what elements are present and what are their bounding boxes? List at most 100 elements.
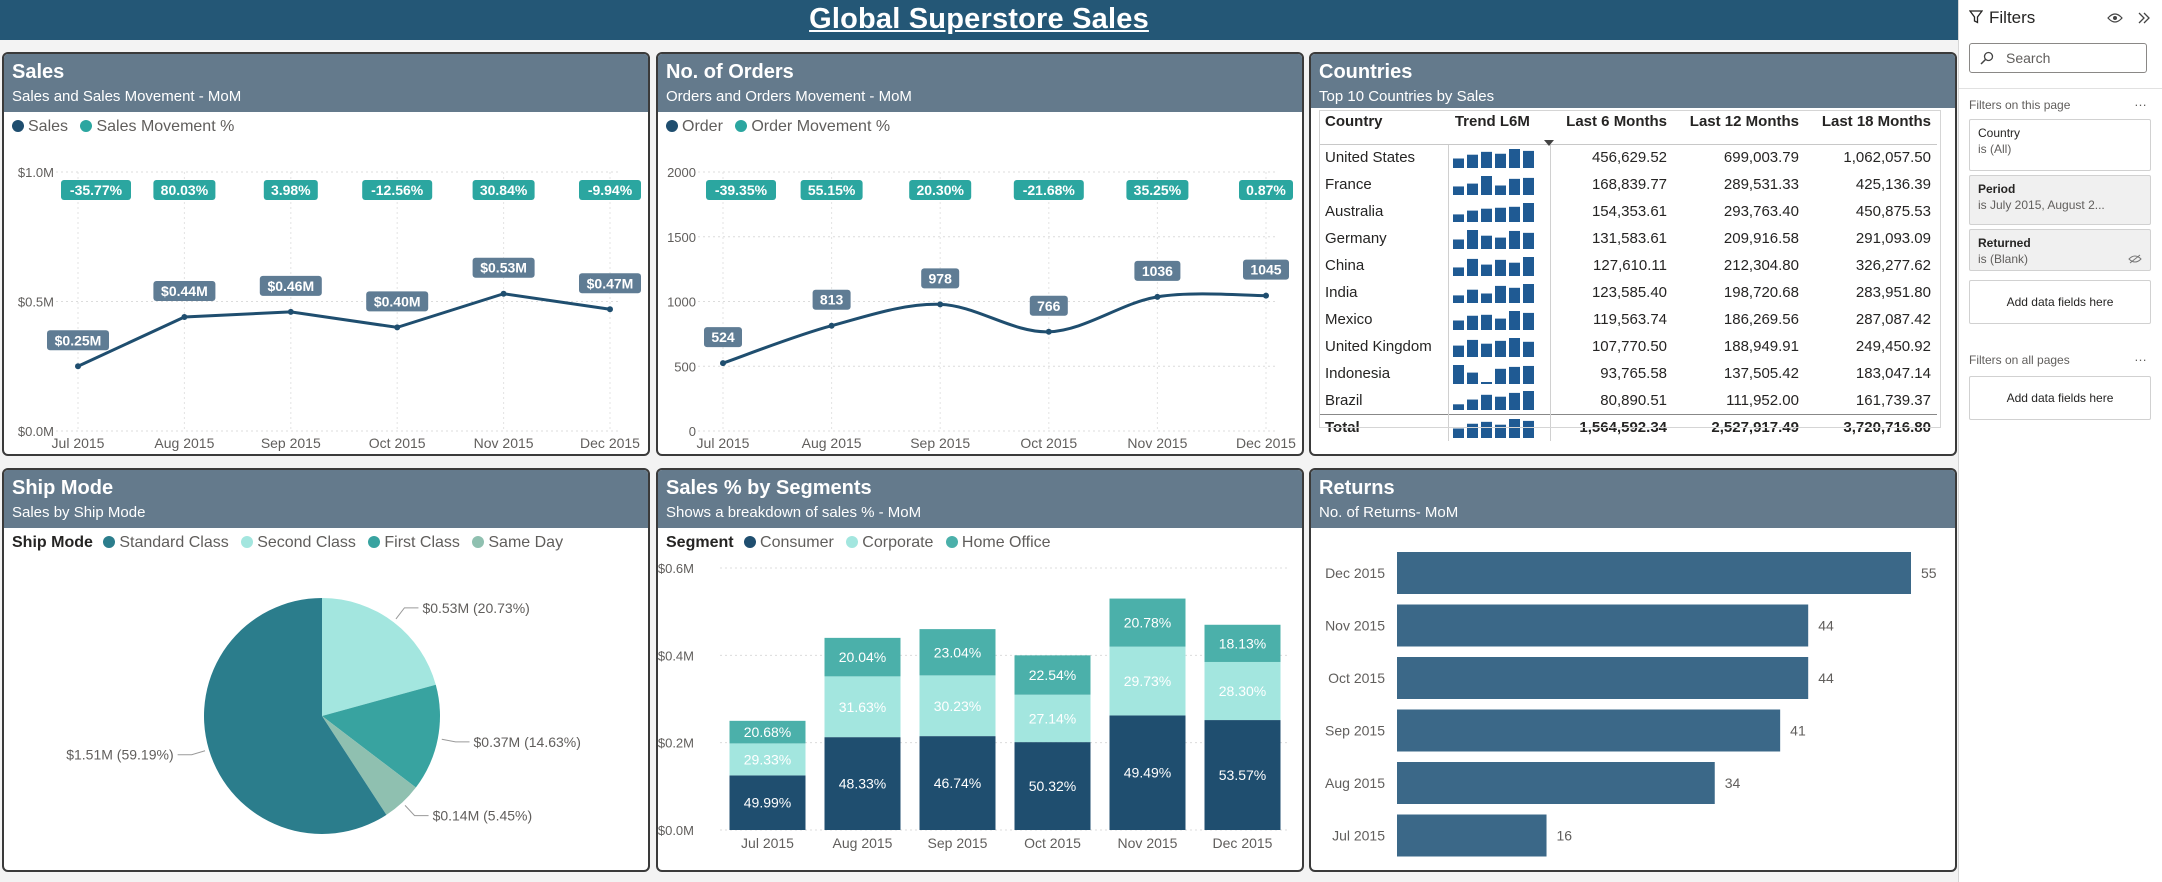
collapse-pane-icon[interactable] [2137,12,2151,24]
y-tick-label: $0.6M [658,561,694,576]
cell-country: United States [1325,149,1416,167]
data-label: 44 [1818,670,1834,686]
table-row[interactable]: United Kingdom 107,770.50 188,949.91 249,45… [1319,333,1937,360]
orders-card[interactable]: No. of Orders Orders and Orders Movement… [656,52,1304,456]
legend-item-sales[interactable]: Sales [12,118,68,135]
trend-bar [1509,418,1521,438]
cell-trend [1448,225,1551,252]
legend-item-consumer[interactable]: Consumer [744,534,834,551]
trend-bar [1467,339,1479,357]
legend-item-standard-class[interactable]: Standard Class [103,534,229,551]
table-row[interactable]: Brazil 80,890.51 111,952.00 161,739.37 [1319,387,1937,414]
sales-line-chart[interactable]: $0.0M $0.5M $1.0M Jul 2015 Aug 2015 Sep 2015 O… [4,134,648,454]
cell-country: Brazil [1325,391,1363,409]
legend-item-order-movement[interactable]: Order Movement % [735,118,890,135]
trend-bar [1467,315,1479,330]
cell-last-6-months: 127,610.11 [1593,257,1668,274]
trend-bar [1523,365,1535,384]
table-row[interactable]: Indonesia 93,765.58 137,505.42 183,047.14 [1319,360,1937,387]
value-label: $0.40M [366,291,429,312]
table-row[interactable]: China 127,610.11 212,304.80 326,277.62 [1319,252,1937,279]
y-tick-label: 500 [674,359,696,374]
legend-item-corporate[interactable]: Corporate [846,534,933,551]
segments-stacked-bar-chart[interactable]: $0.0M $0.2M $0.4M $0.6M Jul 2015 49.99% 29.33%… [658,554,1302,870]
cell-last-18-months: 287,087.42 [1855,311,1931,328]
countries-card[interactable]: Countries Top 10 Countries by Sales Coun… [1309,52,1957,456]
data-label: 44 [1818,618,1834,634]
shipmode-card[interactable]: Ship Mode Sales by Ship Mode Ship Mode S… [2,468,650,872]
trend-bar [1481,293,1493,303]
y-tick-label: 1000 [667,295,696,310]
legend-item-same-day[interactable]: Same Day [472,534,563,551]
table-row[interactable]: Germany 131,583.61 209,916.58 291,093.09 [1319,225,1937,252]
column-header-last-6-months[interactable]: Last 6 Months [1550,110,1674,145]
value-label-text: 1036 [1142,263,1173,279]
leader-line [441,738,470,743]
trend-bar [1481,208,1493,222]
trend-bar [1481,421,1493,438]
data-label: 20.78% [1124,615,1171,631]
column-header-trend[interactable]: Trend L6M [1448,110,1551,145]
filters-pane[interactable]: Filters Search Filters on this page … Co… [1958,0,2162,882]
column-header-last-12-months[interactable]: Last 12 Months [1673,110,1805,145]
column-header-country[interactable]: Country [1319,110,1449,145]
more-options-icon[interactable]: … [2134,349,2148,364]
returns-bar-chart[interactable]: Dec 2015 55 Nov 2015 44 Oct 2015 44 Sep 2015 41… [1311,532,1955,868]
y-tick-label: $0.4M [658,648,694,663]
countries-table[interactable]: Country Trend L6M Last 6 Months Last 12 … [1319,110,1937,441]
leader-line [395,607,419,620]
table-row[interactable]: Australia 154,353.61 293,763.40 450,875.53 [1319,198,1937,225]
trend-bar [1453,428,1465,438]
x-tick-label: Nov 2015 [474,435,534,451]
add-data-fields-page[interactable]: Add data fields here [1969,280,2151,324]
legend-item-first-class[interactable]: First Class [368,534,460,551]
trend-bar [1481,343,1493,357]
trend-bar [1509,287,1521,303]
bar [1397,604,1809,647]
sales-card[interactable]: Sales Sales and Sales Movement - MoM Sal… [2,52,650,456]
orders-line-chart[interactable]: 0 500 1000 1500 2000 Jul 2015 Aug 2015 Sep 2015… [658,134,1302,454]
y-tick-label: Oct 2015 [1328,670,1385,686]
filter-card-returned[interactable]: Returned is (Blank) [1969,229,2151,271]
legend-item-second-class[interactable]: Second Class [241,534,356,551]
y-tick-label: $0.0M [18,424,54,439]
table-row[interactable]: United States 456,629.52 699,003.79 1,062,0… [1319,144,1937,171]
value-label-text: $0.46M [267,278,314,294]
more-options-icon[interactable]: … [2134,94,2148,109]
legend-item-sales-movement[interactable]: Sales Movement % [80,118,234,135]
x-tick-label: Dec 2015 [580,435,640,451]
filters-search-input[interactable]: Search [1969,43,2147,73]
x-tick-label: Jul 2015 [52,435,105,451]
eye-icon[interactable] [2107,12,2123,24]
filters-on-page-label: Filters on this page [1969,98,2071,112]
y-tick-label: Dec 2015 [1325,565,1385,581]
column-header-last-18-months[interactable]: Last 18 Months [1804,110,1937,145]
table-row[interactable]: France 168,839.77 289,531.33 425,136.39 [1319,171,1937,198]
returns-card[interactable]: Returns No. of Returns- MoM Dec 2015 55 No… [1309,468,1957,872]
legend-item-home-office[interactable]: Home Office [945,534,1051,551]
hidden-eye-icon[interactable] [2128,254,2142,264]
y-tick-label: $0.5M [18,295,54,310]
table-row[interactable]: Mexico 119,563.74 186,269.56 287,087.42 [1319,306,1937,333]
shipmode-pie-chart[interactable]: $0.53M (20.73%) $0.37M (14.63%) $0.14M (5.… [4,554,648,870]
trend-bar [1453,266,1465,276]
series-line [722,292,1267,365]
add-data-fields-all[interactable]: Add data fields here [1969,376,2151,420]
table-total-row[interactable]: Total 1,564,592.34 2,527,917.49 3,720,716.8… [1319,413,1937,441]
legend-item-order[interactable]: Order [666,118,723,135]
segments-card[interactable]: Sales % by Segments Shows a breakdown of… [656,468,1304,872]
report-title-bar: Global Superstore Sales [0,0,1958,40]
sort-descending-icon[interactable] [1544,140,1554,146]
filter-card-country[interactable]: Country is (All) [1969,119,2151,171]
filter-card-period[interactable]: Period is July 2015, August 2... [1969,175,2151,225]
shipmode-legend[interactable]: Ship Mode Standard Class Second Class Fi… [12,534,571,552]
movement-label: 0.87% [1239,180,1293,200]
segments-legend[interactable]: Segment Consumer Corporate Home Office [666,534,1059,552]
table-row[interactable]: India 123,585.40 198,720.68 283,951.80 [1319,279,1937,306]
cell-last-6-months: 107,770.50 [1591,338,1668,355]
cell-trend [1448,252,1551,279]
movement-label: -35.77% [61,180,131,200]
cell-last-6-months: 131,583.61 [1591,230,1668,247]
trend-sparkline [1453,148,1535,168]
orders-title: No. of Orders [666,61,794,83]
